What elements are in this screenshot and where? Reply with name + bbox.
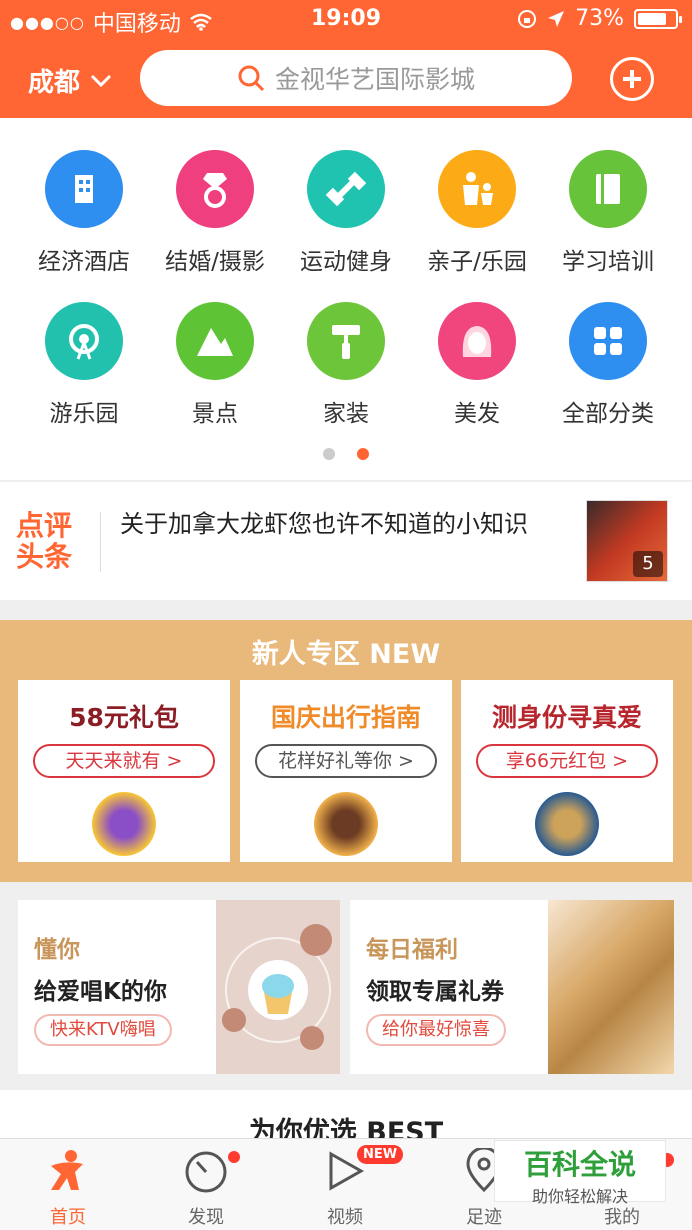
gold-gift-box-image bbox=[548, 900, 674, 1074]
new-user-title: 新人专区 NEW bbox=[251, 639, 441, 670]
headline-news[interactable]: 点评头条 关于加拿大龙虾您也许不知道的小知识 5 bbox=[0, 482, 692, 600]
book-icon bbox=[569, 150, 647, 228]
card-pill: 享66元红包 > bbox=[476, 744, 658, 778]
headline-text: 关于加拿大龙虾您也许不知道的小知识 bbox=[120, 510, 528, 538]
category-wedding[interactable]: 结婚/摄影 bbox=[150, 150, 280, 276]
new-user-zone: 新人专区 NEW 58元礼包 天天来就有 > 国庆出行指南 花样好礼等你 > 测… bbox=[0, 620, 692, 882]
category-label: 家装 bbox=[323, 401, 369, 427]
category-label: 结婚/摄影 bbox=[165, 249, 265, 275]
category-grid: 经济酒店 结婚/摄影 运动健身 亲子/乐园 学习培训 游乐园 景点 家装 美发 … bbox=[0, 118, 692, 480]
notification-dot bbox=[228, 1151, 240, 1163]
drama-cast-image bbox=[535, 792, 599, 856]
travel-guide-card[interactable]: 国庆出行指南 花样好礼等你 > bbox=[240, 680, 452, 862]
city-label: 成都 bbox=[28, 68, 81, 98]
battery-icon bbox=[634, 8, 682, 29]
paint-roller-icon bbox=[307, 302, 385, 380]
new-badge: NEW bbox=[357, 1145, 404, 1164]
card-pill: 花样好礼等你 > bbox=[255, 744, 437, 778]
card-title: 测身份寻真爱 bbox=[491, 703, 642, 732]
page-dot-active[interactable] bbox=[357, 448, 369, 460]
category-education[interactable]: 学习培训 bbox=[543, 150, 673, 276]
tab-label: 发现 bbox=[188, 1207, 224, 1228]
header: ●●●○○ 中国移动 19:09 73% 成都 金视华艺国际影城 bbox=[0, 0, 692, 118]
ktv-promo[interactable]: 懂你 给爱唱K的你 快来KTV嗨唱 bbox=[18, 900, 340, 1074]
promo-title: 领取专属礼券 bbox=[366, 979, 504, 1005]
category-all[interactable]: 全部分类 bbox=[543, 302, 673, 428]
promo-pill: 快来KTV嗨唱 bbox=[34, 1014, 172, 1046]
promo-pill: 给你最好惊喜 bbox=[366, 1014, 506, 1046]
dumbbell-icon bbox=[307, 150, 385, 228]
watermark-subtitle: 助你轻松解决 bbox=[531, 1187, 628, 1206]
promo-tag: 懂你 bbox=[34, 937, 80, 963]
lobster-thumbnail: 5 bbox=[586, 500, 668, 582]
ferris-wheel-icon bbox=[45, 302, 123, 380]
location-arrow-icon bbox=[548, 10, 565, 27]
battery-percent: 73% bbox=[575, 6, 624, 31]
dianping-headline-logo: 点评头条 bbox=[16, 509, 73, 573]
category-label: 运动健身 bbox=[300, 249, 392, 275]
category-family[interactable]: 亲子/乐园 bbox=[412, 150, 542, 276]
tab-label: 首页 bbox=[50, 1207, 86, 1228]
balloon-gift-image bbox=[92, 792, 156, 856]
card-title: 国庆出行指南 bbox=[270, 703, 421, 732]
navbar: 成都 金视华艺国际影城 bbox=[0, 44, 692, 110]
cupcake-image bbox=[216, 900, 340, 1074]
category-label: 景点 bbox=[192, 401, 238, 427]
ring-icon bbox=[176, 150, 254, 228]
image-count-badge: 5 bbox=[633, 551, 663, 577]
page-dot[interactable] bbox=[323, 448, 335, 460]
category-hotel[interactable]: 经济酒店 bbox=[19, 150, 149, 276]
category-label: 学习培训 bbox=[562, 249, 654, 275]
home-person-icon bbox=[51, 1150, 83, 1190]
category-fitness[interactable]: 运动健身 bbox=[281, 150, 411, 276]
promo-title: 给爱唱K的你 bbox=[34, 979, 167, 1005]
identity-card[interactable]: 测身份寻真爱 享66元红包 > bbox=[461, 680, 673, 862]
city-selector[interactable]: 成都 bbox=[28, 62, 112, 99]
family-icon bbox=[438, 150, 516, 228]
search-text: 金视华艺国际影城 bbox=[274, 65, 475, 94]
category-hair[interactable]: 美发 bbox=[412, 302, 542, 428]
baike-watermark: 百科全说 助你轻松解决 bbox=[494, 1140, 666, 1206]
hair-icon bbox=[438, 302, 516, 380]
chevron-down-icon bbox=[90, 74, 112, 87]
search-icon bbox=[238, 65, 265, 92]
discover-icon bbox=[185, 1151, 227, 1193]
gift-card[interactable]: 58元礼包 天天来就有 > bbox=[18, 680, 230, 862]
tab-label: 视频 bbox=[327, 1207, 363, 1228]
promo-tag: 每日福利 bbox=[366, 937, 458, 963]
hotel-icon bbox=[45, 150, 123, 228]
search-bar[interactable]: 金视华艺国际影城 bbox=[140, 50, 572, 106]
category-label: 亲子/乐园 bbox=[427, 249, 527, 275]
category-label: 美发 bbox=[454, 401, 500, 427]
divider bbox=[100, 512, 101, 572]
mountain-icon bbox=[176, 302, 254, 380]
grid-icon bbox=[569, 302, 647, 380]
category-amusement-park[interactable]: 游乐园 bbox=[19, 302, 149, 428]
tab-home[interactable]: 首页 bbox=[8, 1147, 128, 1229]
tab-discover[interactable]: 发现 bbox=[146, 1147, 266, 1229]
category-home-decor[interactable]: 家装 bbox=[281, 302, 411, 428]
card-title: 58元礼包 bbox=[69, 703, 179, 732]
category-scenic-spot[interactable]: 景点 bbox=[150, 302, 280, 428]
add-icon[interactable] bbox=[610, 57, 654, 101]
rotation-lock-icon bbox=[518, 9, 537, 28]
status-bar: ●●●○○ 中国移动 19:09 73% bbox=[0, 0, 692, 38]
watermark-title: 百科全说 bbox=[523, 1148, 636, 1181]
category-label: 全部分类 bbox=[562, 401, 654, 427]
food-image bbox=[314, 792, 378, 856]
daily-welfare-promo[interactable]: 每日福利 领取专属礼券 给你最好惊喜 bbox=[350, 900, 674, 1074]
card-pill: 天天来就有 > bbox=[33, 744, 215, 778]
page-indicator bbox=[0, 448, 692, 460]
tab-video[interactable]: NEW 视频 bbox=[285, 1145, 405, 1229]
category-label: 经济酒店 bbox=[38, 249, 130, 275]
category-label: 游乐园 bbox=[49, 401, 119, 427]
